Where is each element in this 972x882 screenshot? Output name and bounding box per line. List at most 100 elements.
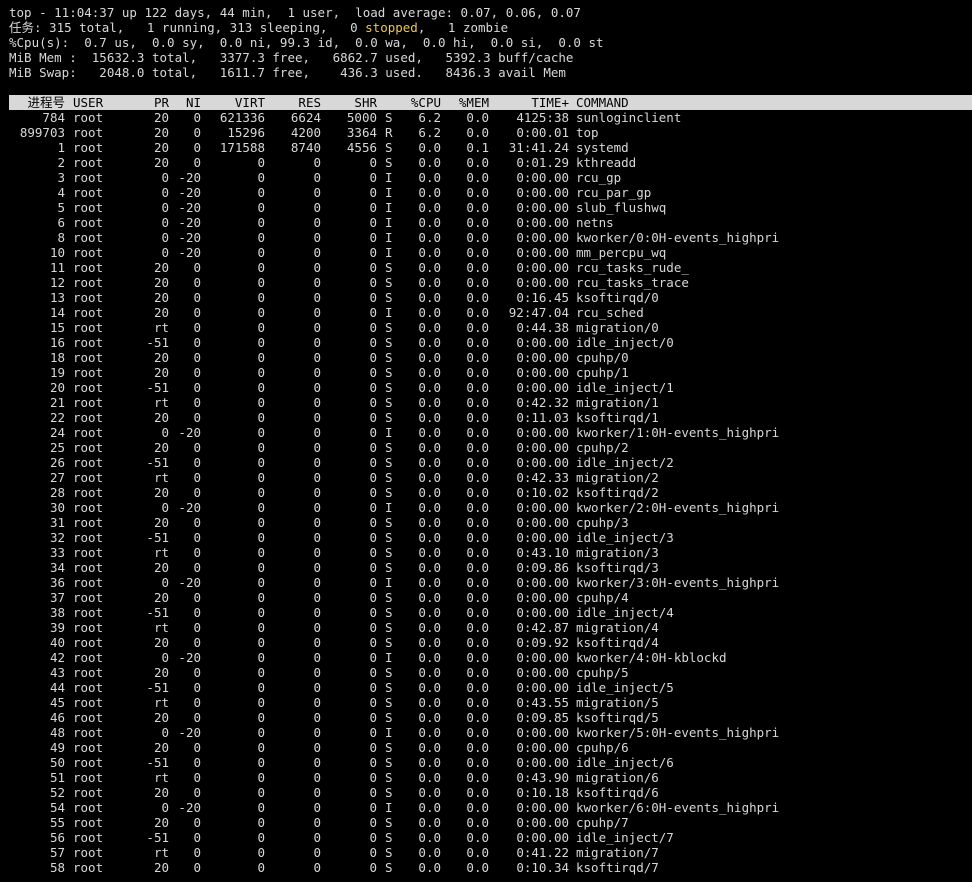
- process-time-cell: 0:44.38: [516, 320, 569, 335]
- process-virt-cell: 0: [257, 470, 265, 485]
- process-cpu-cell: 0.0: [418, 575, 441, 590]
- process-state-cell: S: [385, 605, 393, 620]
- process-res-cell: 0: [313, 200, 321, 215]
- process-state-cell: S: [385, 350, 393, 365]
- process-ni-cell: 0: [193, 470, 201, 485]
- process-cpu-cell: 0.0: [418, 650, 441, 665]
- process-virt-cell: 0: [257, 515, 265, 530]
- process-time-cell: 0:00.00: [516, 650, 569, 665]
- process-pid-cell: 16: [49, 335, 65, 350]
- process-pr-cell: -51: [146, 380, 169, 395]
- process-time-cell: 0:00.00: [516, 245, 569, 260]
- table-row: 51 root rt 0 0 0 0 S 0.0 0.0 0:43.90 migration/6: [9, 770, 972, 785]
- process-pid-cell: 49: [49, 740, 65, 755]
- process-user-cell: root: [73, 365, 104, 380]
- table-row: 25 root 20 0 0 0 0 S 0.0 0.0 0:00.00 cpuhp/2: [9, 440, 972, 455]
- process-res-cell: 0: [313, 215, 321, 230]
- process-user-cell: root: [73, 410, 104, 425]
- process-time-cell: 0:43.55: [516, 695, 569, 710]
- process-pr-cell: 20: [153, 260, 169, 275]
- process-state-cell: R: [385, 125, 393, 140]
- process-user-cell: root: [73, 320, 104, 335]
- process-res-cell: 0: [313, 860, 321, 875]
- process-pr-cell: rt: [153, 845, 169, 860]
- column-header-user: USER: [73, 95, 104, 110]
- process-cpu-cell: 0.0: [418, 410, 441, 425]
- process-ni-cell: -20: [178, 215, 201, 230]
- process-res-cell: 0: [313, 650, 321, 665]
- mem-text: MiB Mem : 15632.3 total, 3377.3 free, 68…: [9, 50, 574, 65]
- process-command-cell: rcu_tasks_trace: [576, 275, 689, 290]
- process-mem-cell: 0.0: [466, 275, 489, 290]
- process-ni-cell: 0: [193, 710, 201, 725]
- terminal-window[interactable]: top - 11:04:37 up 122 days, 44 min, 1 us…: [0, 0, 972, 882]
- process-user-cell: root: [73, 830, 104, 845]
- process-time-cell: 0:00.00: [516, 500, 569, 515]
- process-shr-cell: 0: [369, 305, 377, 320]
- process-user-cell: root: [73, 620, 104, 635]
- process-command-cell: rcu_tasks_rude_: [576, 260, 689, 275]
- process-pr-cell: 0: [161, 230, 169, 245]
- process-pr-cell: 20: [153, 560, 169, 575]
- process-ni-cell: 0: [193, 530, 201, 545]
- process-state-cell: S: [385, 815, 393, 830]
- process-user-cell: root: [73, 590, 104, 605]
- process-user-cell: root: [73, 425, 104, 440]
- process-mem-cell: 0.0: [466, 620, 489, 635]
- process-ni-cell: 0: [193, 485, 201, 500]
- process-state-cell: I: [385, 230, 393, 245]
- process-mem-cell: 0.0: [466, 350, 489, 365]
- process-virt-cell: 0: [257, 860, 265, 875]
- process-pid-cell: 54: [49, 800, 65, 815]
- process-cpu-cell: 0.0: [418, 245, 441, 260]
- table-row: 52 root 20 0 0 0 0 S 0.0 0.0 0:10.18 ksoftirqd/6: [9, 785, 972, 800]
- process-res-cell: 0: [313, 515, 321, 530]
- process-pid-cell: 20: [49, 380, 65, 395]
- process-res-cell: 0: [313, 785, 321, 800]
- process-command-cell: idle_inject/2: [576, 455, 674, 470]
- process-shr-cell: 0: [369, 395, 377, 410]
- process-ni-cell: -20: [178, 575, 201, 590]
- process-shr-cell: 0: [369, 515, 377, 530]
- process-state-cell: S: [385, 410, 393, 425]
- process-res-cell: 0: [313, 380, 321, 395]
- process-cpu-cell: 0.0: [418, 680, 441, 695]
- process-ni-cell: 0: [193, 305, 201, 320]
- process-cpu-cell: 0.0: [418, 770, 441, 785]
- process-cpu-cell: 0.0: [418, 470, 441, 485]
- process-virt-cell: 0: [257, 575, 265, 590]
- process-shr-cell: 0: [369, 155, 377, 170]
- process-pid-cell: 45: [49, 695, 65, 710]
- process-pr-cell: 20: [153, 110, 169, 125]
- process-pr-cell: 20: [153, 515, 169, 530]
- process-res-cell: 0: [313, 440, 321, 455]
- process-mem-cell: 0.0: [466, 155, 489, 170]
- table-row: 37 root 20 0 0 0 0 S 0.0 0.0 0:00.00 cpuhp/4: [9, 590, 972, 605]
- column-header-time: TIME+: [531, 95, 569, 110]
- process-command-cell: cpuhp/7: [576, 815, 629, 830]
- process-shr-cell: 0: [369, 680, 377, 695]
- process-ni-cell: 0: [193, 440, 201, 455]
- process-mem-cell: 0.0: [466, 740, 489, 755]
- process-res-cell: 0: [313, 410, 321, 425]
- process-mem-cell: 0.0: [466, 845, 489, 860]
- process-ni-cell: -20: [178, 170, 201, 185]
- process-ni-cell: -20: [178, 200, 201, 215]
- process-time-cell: 0:00.00: [516, 815, 569, 830]
- process-ni-cell: 0: [193, 320, 201, 335]
- process-ni-cell: 0: [193, 455, 201, 470]
- table-row: 54 root 0 -20 0 0 0 I 0.0 0.0 0:00.00 kworker/6:0H-…: [9, 800, 972, 815]
- process-shr-cell: 0: [369, 440, 377, 455]
- table-row: 31 root 20 0 0 0 0 S 0.0 0.0 0:00.00 cpuhp/3: [9, 515, 972, 530]
- process-pr-cell: 0: [161, 245, 169, 260]
- table-row: 15 root rt 0 0 0 0 S 0.0 0.0 0:44.38 migration/0: [9, 320, 972, 335]
- process-shr-cell: 0: [369, 710, 377, 725]
- process-state-cell: S: [385, 770, 393, 785]
- process-res-cell: 0: [313, 635, 321, 650]
- table-row: 11 root 20 0 0 0 0 S 0.0 0.0 0:00.00 rcu_tasks_rude…: [9, 260, 972, 275]
- process-virt-cell: 0: [257, 185, 265, 200]
- process-shr-cell: 0: [369, 545, 377, 560]
- process-state-cell: I: [385, 500, 393, 515]
- process-mem-cell: 0.0: [466, 470, 489, 485]
- process-virt-cell: 0: [257, 245, 265, 260]
